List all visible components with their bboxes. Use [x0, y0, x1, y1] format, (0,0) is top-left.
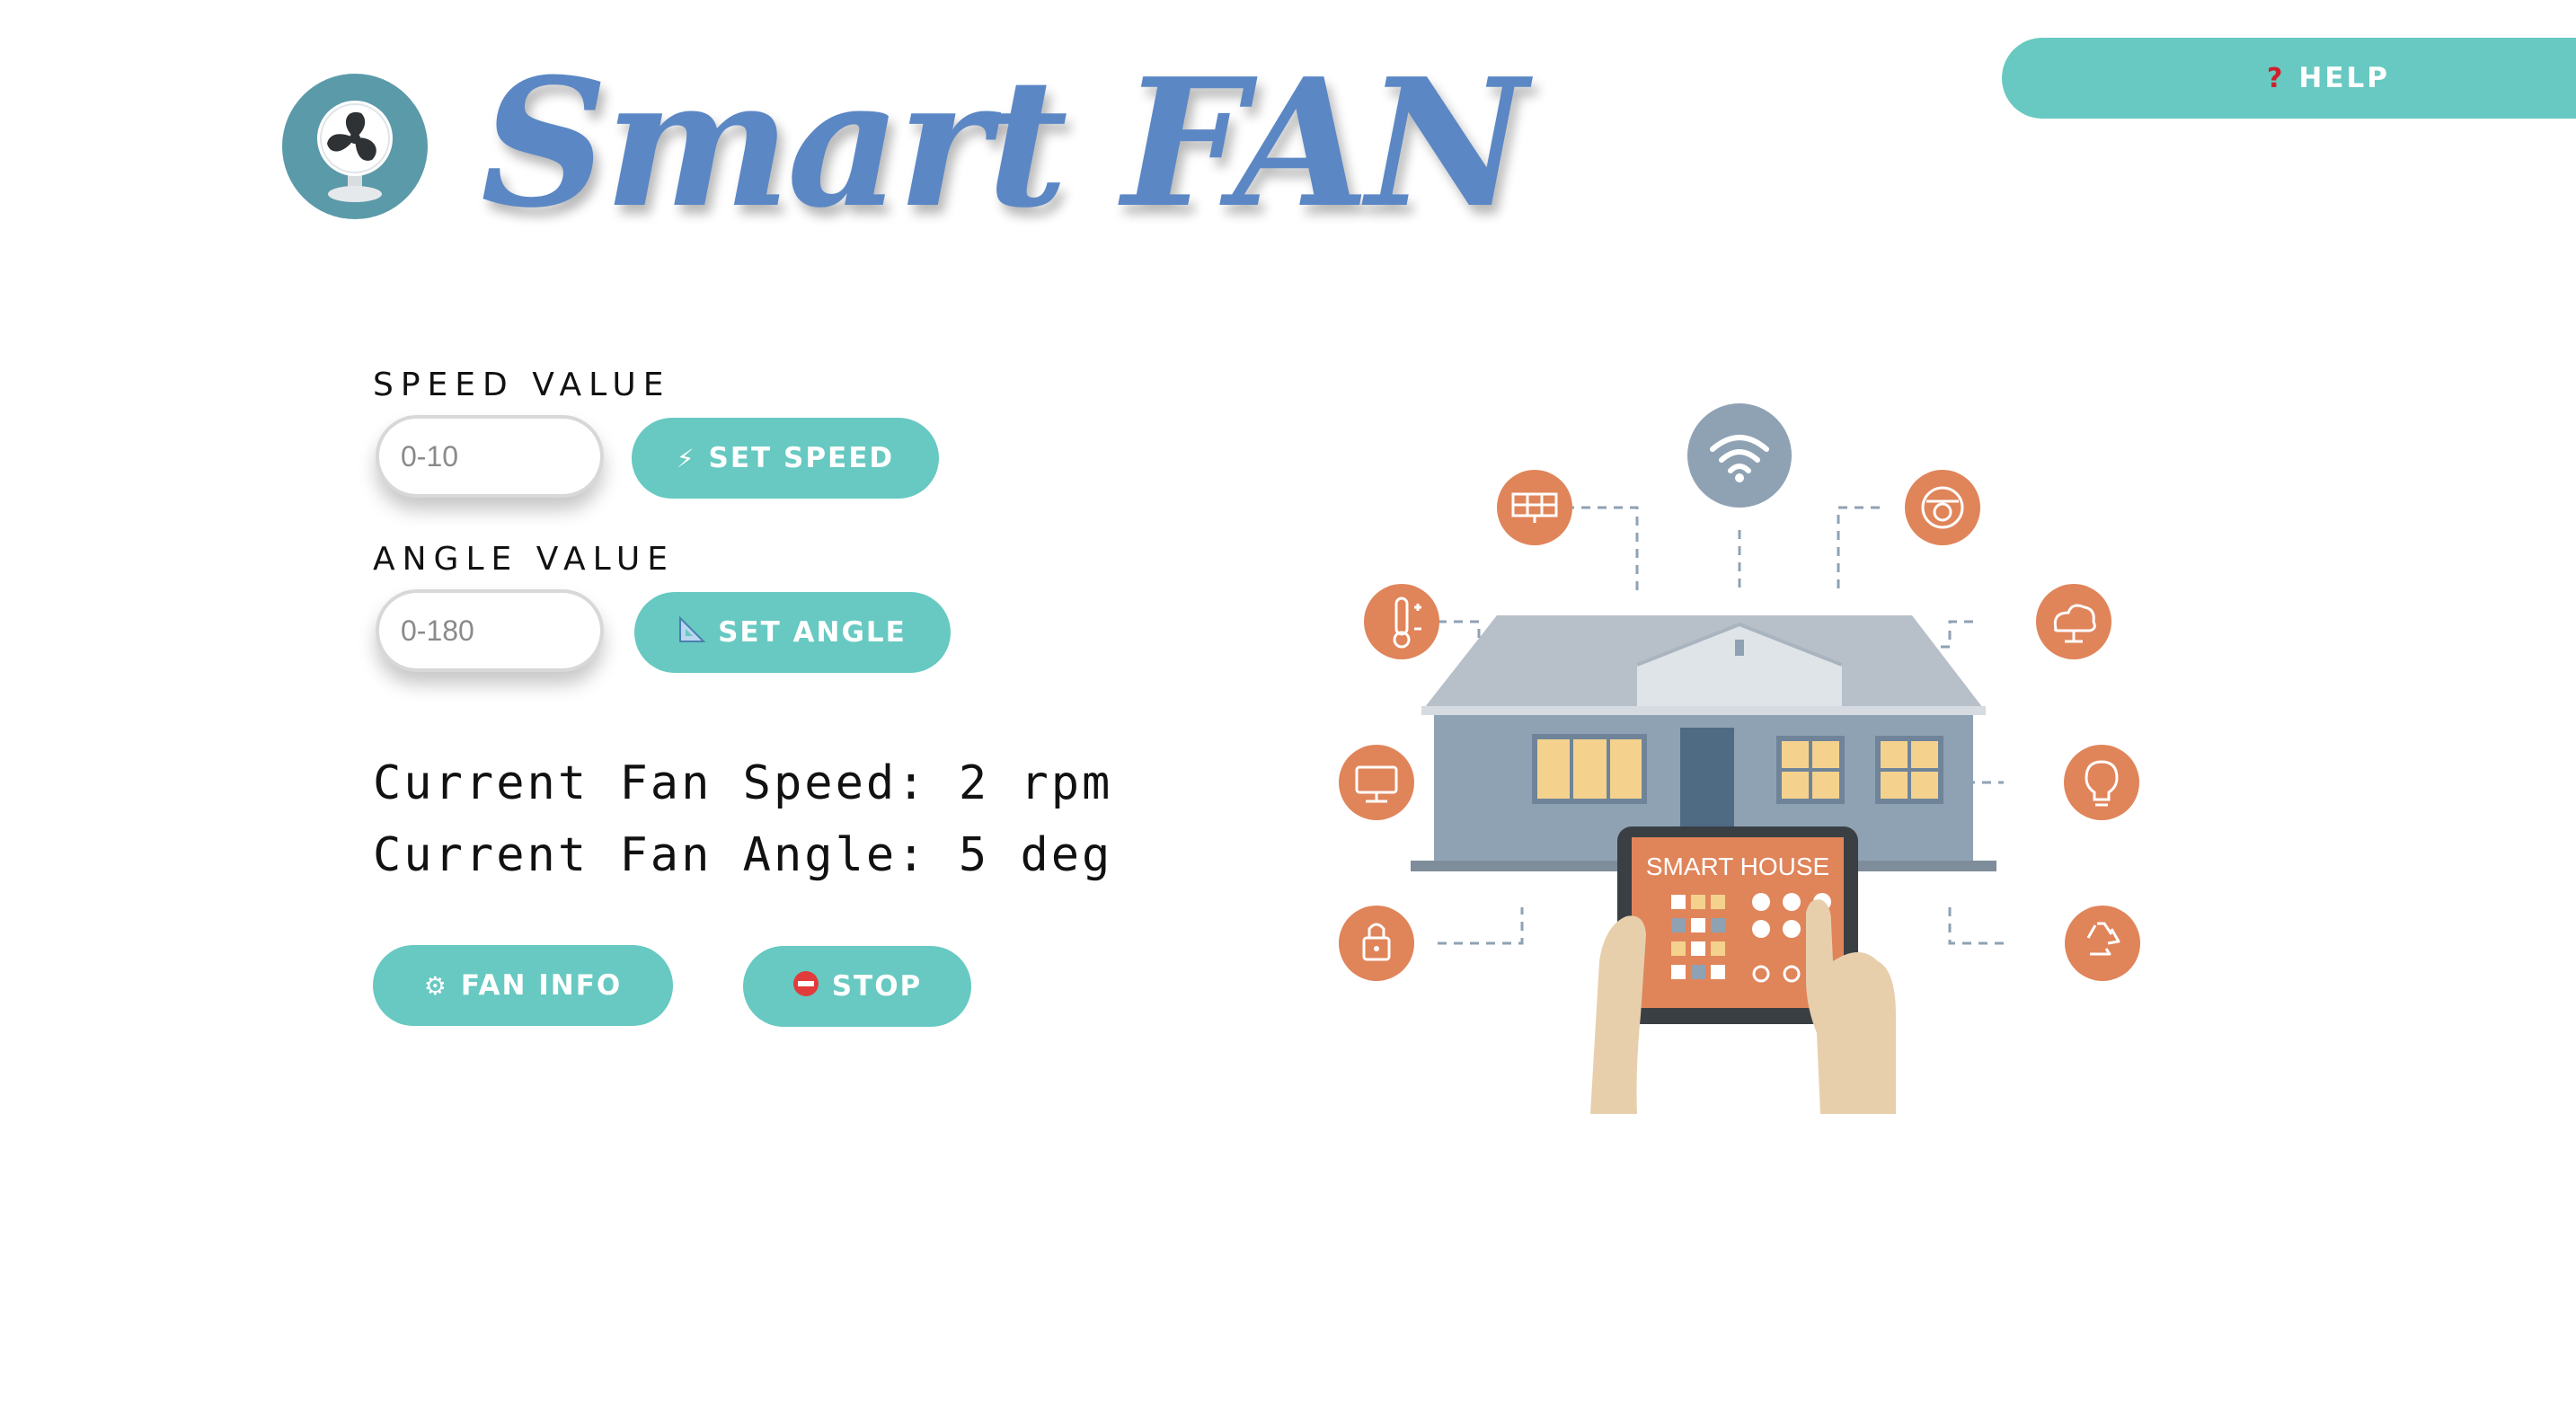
help-button[interactable]: ? HELP: [2002, 38, 2576, 119]
wifi-icon: [1687, 403, 1792, 508]
triangle-ruler-icon: [678, 615, 706, 650]
current-fan-angle: Current Fan Angle: 5 deg: [373, 828, 1113, 882]
fan-info-label: FAN INFO: [460, 969, 623, 1002]
angle-input[interactable]: [376, 589, 604, 672]
speed-input[interactable]: [376, 415, 604, 498]
angle-value-label: ANGLE VALUE: [373, 541, 676, 578]
app-logo: [282, 74, 428, 219]
smart-house-illustration: SMART HOUSE: [1321, 386, 2165, 1114]
set-speed-button[interactable]: ⚡ SET SPEED: [632, 418, 939, 499]
lightning-icon: ⚡: [676, 443, 696, 473]
set-angle-button[interactable]: SET ANGLE: [634, 592, 951, 673]
stop-label: STOP: [831, 970, 923, 1003]
app-title: Smart FAN: [481, 40, 1527, 247]
set-speed-label: SET SPEED: [708, 442, 895, 474]
light-bulb-icon: [2064, 745, 2139, 820]
fan-info-button[interactable]: ⚙ FAN INFO: [373, 945, 673, 1026]
cloud-icon: [2036, 584, 2111, 659]
question-mark-icon: ?: [2267, 62, 2283, 94]
gear-icon: ⚙: [423, 970, 448, 1001]
stop-button[interactable]: STOP: [743, 946, 971, 1027]
camera-icon: [1905, 470, 1980, 545]
current-fan-speed: Current Fan Speed: 2 rpm: [373, 756, 1113, 810]
speed-value-label: SPEED VALUE: [373, 367, 671, 403]
thermometer-icon: [1364, 584, 1439, 659]
set-angle-label: SET ANGLE: [718, 616, 907, 649]
monitor-icon: [1339, 745, 1414, 820]
solar-panel-icon: [1497, 470, 1572, 545]
recycle-icon: [2065, 906, 2140, 981]
tablet-title: SMART HOUSE: [1646, 853, 1829, 880]
fan-icon: [317, 101, 393, 202]
lock-icon: [1339, 906, 1414, 981]
help-button-label: HELP: [2298, 62, 2391, 94]
no-entry-icon: [792, 970, 819, 1003]
